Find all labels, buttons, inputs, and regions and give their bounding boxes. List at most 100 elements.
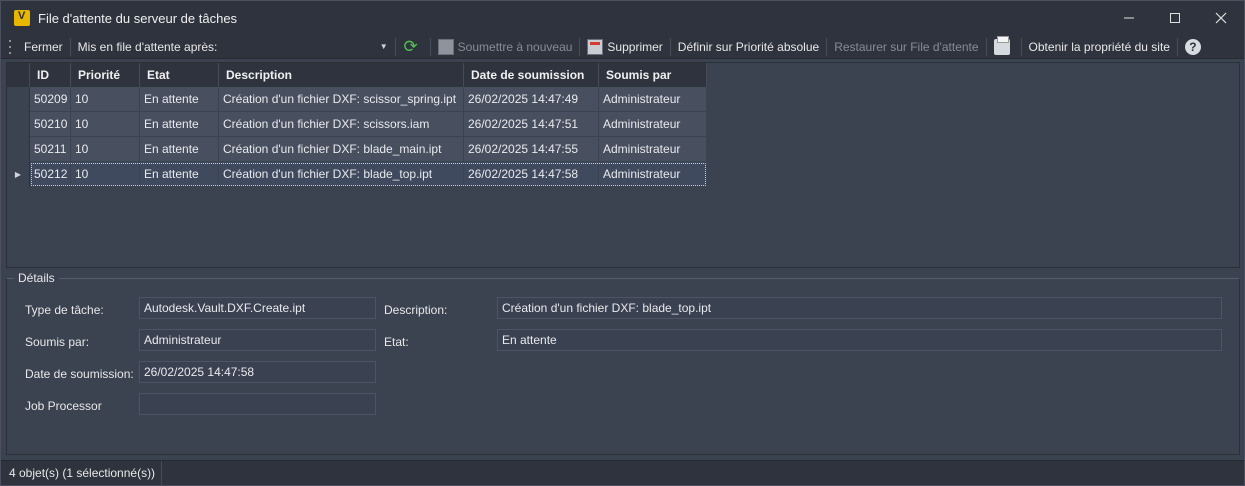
window-controls [1106, 1, 1244, 35]
job-queue-grid: ID Priorité Etat Description Date de sou… [6, 62, 1240, 268]
cell-id: 50211 [30, 137, 71, 162]
task-type-label: Type de tâche: [25, 303, 104, 317]
row-indicator[interactable] [7, 137, 30, 162]
cell-submitted-by: Administrateur [599, 137, 707, 162]
table-row[interactable]: 50210 10 En attente Création d'un fichie… [7, 112, 707, 137]
toolbar-separator [579, 37, 581, 56]
details-panel: Détails Type de tâche: Autodesk.Vault.DX… [6, 271, 1240, 457]
current-row-arrow-icon[interactable]: ▶ [7, 162, 30, 187]
status-text: 4 objet(s) (1 sélectionné(s)) [1, 460, 163, 486]
details-legend: Détails [14, 271, 59, 285]
cell-priority: 10 [71, 87, 140, 112]
column-header-id[interactable]: ID [30, 63, 71, 87]
description-field[interactable]: Création d'un fichier DXF: blade_top.ipt [497, 297, 1222, 319]
cell-description: Création d'un fichier DXF: blade_top.ipt [219, 162, 464, 187]
cell-submit-date: 26/02/2025 14:47:55 [464, 137, 599, 162]
task-type-field[interactable]: Autodesk.Vault.DXF.Create.ipt [139, 297, 376, 319]
set-absolute-priority-button[interactable]: Définir sur Priorité absolue [673, 36, 824, 58]
toolbar-separator [985, 37, 987, 56]
toolbar-separator [1176, 37, 1178, 56]
refresh-button[interactable]: ⟳ [398, 36, 428, 58]
submit-date-label: Date de soumission: [25, 367, 134, 381]
vault-app-icon [14, 10, 30, 26]
toolbar-grip[interactable] [9, 39, 19, 54]
column-header-priority[interactable]: Priorité [71, 63, 140, 87]
cell-description: Création d'un fichier DXF: blade_main.ip… [219, 137, 464, 162]
submit-date-field[interactable]: 26/02/2025 14:47:58 [139, 361, 376, 383]
cell-id: 50212 [30, 162, 71, 187]
minimize-button[interactable] [1106, 1, 1152, 35]
state-field[interactable]: En attente [497, 329, 1222, 351]
task-server-queue-window: File d'attente du serveur de tâches Ferm… [0, 0, 1245, 486]
queued-after-label: Mis en file d'attente après: [77, 39, 218, 54]
cell-submitted-by: Administrateur [599, 112, 707, 137]
help-button[interactable]: ? [1180, 36, 1206, 58]
toolbar-separator [69, 37, 71, 56]
close-button[interactable] [1198, 1, 1244, 35]
cell-state: En attente [140, 137, 219, 162]
maximize-icon [1170, 13, 1180, 23]
grid-header: ID Priorité Etat Description Date de sou… [7, 63, 707, 87]
state-label: Etat: [384, 335, 409, 349]
delete-icon [587, 38, 604, 55]
row-cells: 50211 10 En attente Création d'un fichie… [30, 137, 707, 162]
row-indicator[interactable] [7, 112, 30, 137]
cell-submitted-by: Administrateur [599, 162, 707, 187]
minimize-icon [1124, 17, 1134, 19]
maximize-button[interactable] [1152, 1, 1198, 35]
resubmit-label: Soumettre à nouveau [457, 39, 573, 54]
window-title: File d'attente du serveur de tâches [38, 10, 238, 26]
toolbar-separator [429, 37, 431, 56]
close-queue-button[interactable]: Fermer [19, 36, 68, 58]
delete-button[interactable]: Supprimer [582, 36, 667, 58]
close-icon [1215, 12, 1227, 24]
print-button[interactable] [989, 35, 1019, 58]
toolbar: Fermer Mis en file d'attente après: ▼ ⟳ … [1, 35, 1244, 59]
resubmit-icon [437, 38, 454, 55]
job-processor-label: Job Processor [25, 399, 102, 413]
get-site-ownership-button[interactable]: Obtenir la propriété du site [1024, 36, 1175, 58]
description-label: Description: [384, 303, 448, 317]
cell-priority: 10 [71, 137, 140, 162]
toolbar-separator [1020, 37, 1022, 56]
printer-icon [993, 35, 1010, 55]
submitted-by-field[interactable]: Administrateur [139, 329, 376, 351]
toolbar-separator [826, 37, 828, 56]
resubmit-button[interactable]: Soumettre à nouveau [433, 36, 578, 58]
row-cells: 50209 10 En attente Création d'un fichie… [30, 87, 707, 112]
status-bar: 4 objet(s) (1 sélectionné(s)) [1, 460, 1244, 486]
queued-after-dropdown[interactable]: Mis en file d'attente après: ▼ [73, 37, 393, 57]
chevron-down-icon: ▼ [379, 42, 388, 51]
cell-submit-date: 26/02/2025 14:47:49 [464, 87, 599, 112]
cell-submit-date: 26/02/2025 14:47:51 [464, 112, 599, 137]
cell-state: En attente [140, 162, 219, 187]
table-row[interactable]: 50211 10 En attente Création d'un fichie… [7, 137, 707, 162]
cell-id: 50209 [30, 87, 71, 112]
restore-queue-button[interactable]: Restaurer sur File d'attente [829, 36, 983, 58]
row-cells: 50212 10 En attente Création d'un fichie… [30, 162, 707, 187]
table-row-selected[interactable]: ▶ 50212 10 En attente Création d'un fich… [7, 162, 707, 187]
row-indicator[interactable] [7, 87, 30, 112]
delete-label: Supprimer [607, 39, 663, 54]
cell-description: Création d'un fichier DXF: scissors.iam [219, 112, 464, 137]
cell-description: Création d'un fichier DXF: scissor_sprin… [219, 87, 464, 112]
column-header-submit-date[interactable]: Date de soumission [464, 63, 599, 87]
toolbar-separator [394, 37, 396, 56]
help-icon: ? [1184, 38, 1201, 55]
cell-state: En attente [140, 87, 219, 112]
refresh-icon: ⟳ [403, 36, 418, 56]
cell-state: En attente [140, 112, 219, 137]
cell-id: 50210 [30, 112, 71, 137]
row-cells: 50210 10 En attente Création d'un fichie… [30, 112, 707, 137]
toolbar-separator [669, 37, 671, 56]
column-header-submitted-by[interactable]: Soumis par [599, 63, 707, 87]
cell-priority: 10 [71, 162, 140, 187]
cell-submit-date: 26/02/2025 14:47:58 [464, 162, 599, 187]
column-header-description[interactable]: Description [219, 63, 464, 87]
submitted-by-label: Soumis par: [25, 335, 90, 349]
job-processor-field[interactable] [139, 393, 376, 415]
table-row[interactable]: 50209 10 En attente Création d'un fichie… [7, 87, 707, 112]
column-header-state[interactable]: Etat [140, 63, 219, 87]
row-indicator-header [7, 63, 30, 87]
cell-submitted-by: Administrateur [599, 87, 707, 112]
